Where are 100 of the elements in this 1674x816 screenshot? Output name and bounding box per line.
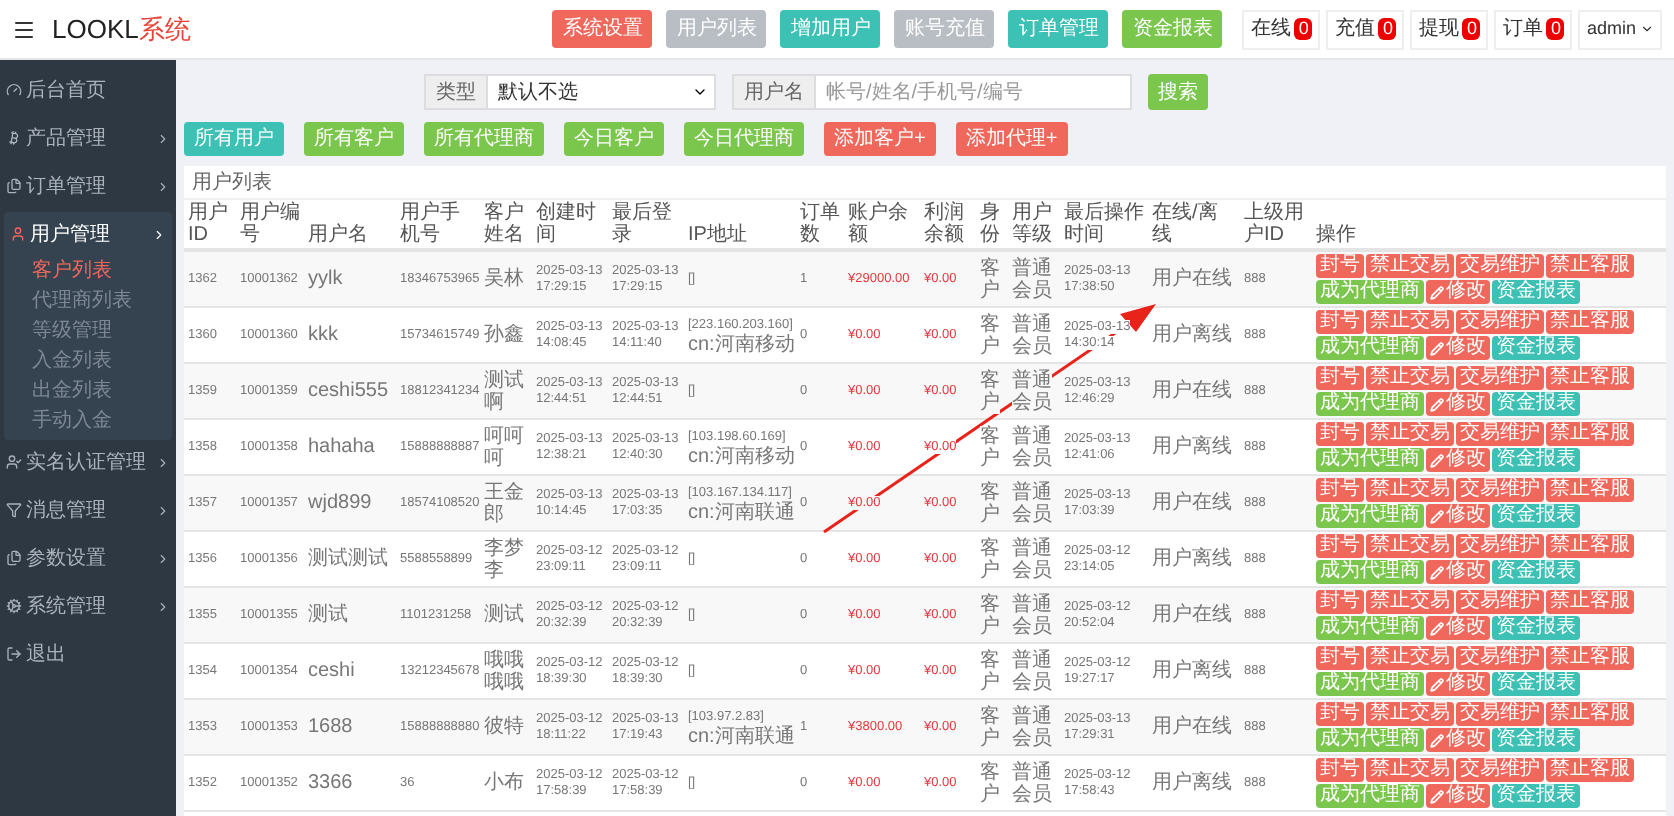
action-button[interactable]: 成为代理商 bbox=[1316, 280, 1424, 304]
sidebar-item[interactable]: 参数设置 bbox=[0, 536, 176, 580]
counter-tab[interactable]: 在线 0 bbox=[1242, 9, 1321, 49]
action-button[interactable]: 禁止交易 bbox=[1366, 478, 1454, 502]
action-button[interactable]: 交易维护 bbox=[1456, 646, 1544, 670]
action-button[interactable]: 交易维护 bbox=[1456, 702, 1544, 726]
action-button[interactable]: 资金报表 bbox=[1492, 560, 1580, 584]
action-button[interactable]: 交易维护 bbox=[1456, 758, 1544, 782]
action-button[interactable]: 成为代理商 bbox=[1316, 336, 1424, 360]
nav-button[interactable]: 用户列表 bbox=[666, 10, 767, 48]
action-button[interactable]: 修改 bbox=[1426, 784, 1490, 808]
action-button[interactable]: 修改 bbox=[1426, 616, 1490, 640]
action-button[interactable]: 禁止交易 bbox=[1366, 702, 1454, 726]
action-button[interactable]: 封号 bbox=[1316, 534, 1364, 558]
sidebar-item[interactable]: 系统管理 bbox=[0, 584, 176, 628]
filter-button[interactable]: 所有用户 bbox=[184, 122, 284, 156]
action-button[interactable]: 封号 bbox=[1316, 646, 1364, 670]
submenu-item[interactable]: 等级管理 bbox=[4, 316, 172, 346]
action-button[interactable]: 交易维护 bbox=[1456, 590, 1544, 614]
filter-button[interactable]: 所有代理商 bbox=[424, 122, 544, 156]
action-button[interactable]: 封号 bbox=[1316, 422, 1364, 446]
action-button[interactable]: 成为代理商 bbox=[1316, 616, 1424, 640]
action-button[interactable]: 禁止客服 bbox=[1546, 590, 1634, 614]
action-button[interactable]: 禁止客服 bbox=[1546, 758, 1634, 782]
submenu-item[interactable]: 入金列表 bbox=[4, 346, 172, 376]
filter-button[interactable]: 今日客户 bbox=[564, 122, 664, 156]
action-button[interactable]: 成为代理商 bbox=[1316, 392, 1424, 416]
action-button[interactable]: 封号 bbox=[1316, 590, 1364, 614]
action-button[interactable]: 资金报表 bbox=[1492, 616, 1580, 640]
filter-button[interactable]: 添加代理+ bbox=[955, 122, 1068, 156]
action-button[interactable]: 禁止交易 bbox=[1366, 422, 1454, 446]
search-button[interactable]: 搜索 bbox=[1148, 74, 1208, 110]
action-button[interactable]: 禁止客服 bbox=[1546, 366, 1634, 390]
action-button[interactable]: 成为代理商 bbox=[1316, 728, 1424, 752]
action-button[interactable]: 修改 bbox=[1426, 672, 1490, 696]
action-button[interactable]: 修改 bbox=[1426, 560, 1490, 584]
action-button[interactable]: 禁止客服 bbox=[1546, 702, 1634, 726]
action-button[interactable]: 修改 bbox=[1426, 280, 1490, 304]
action-button[interactable]: 修改 bbox=[1426, 504, 1490, 528]
nav-button[interactable]: 账号充值 bbox=[894, 10, 995, 48]
action-button[interactable]: 修改 bbox=[1426, 336, 1490, 360]
action-button[interactable]: 禁止交易 bbox=[1366, 366, 1454, 390]
submenu-item[interactable]: 客户列表 bbox=[4, 256, 172, 286]
user-menu[interactable]: admin bbox=[1578, 9, 1662, 49]
action-button[interactable]: 成为代理商 bbox=[1316, 672, 1424, 696]
action-button[interactable]: 禁止客服 bbox=[1546, 478, 1634, 502]
action-button[interactable]: 禁止交易 bbox=[1366, 254, 1454, 278]
submenu-item[interactable]: 出金列表 bbox=[4, 376, 172, 406]
filter-button[interactable]: 添加客户+ bbox=[824, 122, 936, 156]
type-select[interactable]: 类型 默认不选 bbox=[424, 74, 716, 110]
action-button[interactable]: 资金报表 bbox=[1492, 392, 1580, 416]
submenu-item[interactable]: 代理商列表 bbox=[4, 286, 172, 316]
action-button[interactable]: 交易维护 bbox=[1456, 254, 1544, 278]
counter-tab[interactable]: 订单 0 bbox=[1494, 9, 1573, 49]
action-button[interactable]: 禁止交易 bbox=[1366, 590, 1454, 614]
filter-button[interactable]: 所有客户 bbox=[304, 122, 404, 156]
action-button[interactable]: 封号 bbox=[1316, 758, 1364, 782]
action-button[interactable]: 封号 bbox=[1316, 478, 1364, 502]
action-button[interactable]: 资金报表 bbox=[1492, 672, 1580, 696]
action-button[interactable]: 禁止客服 bbox=[1546, 534, 1634, 558]
filter-button[interactable]: 今日代理商 bbox=[684, 122, 804, 156]
nav-button[interactable]: 系统设置 bbox=[552, 10, 653, 48]
action-button[interactable]: 成为代理商 bbox=[1316, 784, 1424, 808]
action-button[interactable]: 交易维护 bbox=[1456, 422, 1544, 446]
sidebar-item[interactable]: 产品管理 bbox=[0, 116, 176, 160]
action-button[interactable]: 封号 bbox=[1316, 310, 1364, 334]
action-button[interactable]: 资金报表 bbox=[1492, 728, 1580, 752]
action-button[interactable]: 修改 bbox=[1426, 392, 1490, 416]
action-button[interactable]: 资金报表 bbox=[1492, 280, 1580, 304]
action-button[interactable]: 成为代理商 bbox=[1316, 560, 1424, 584]
nav-button[interactable]: 订单管理 bbox=[1008, 10, 1109, 48]
sidebar-item[interactable]: 消息管理 bbox=[0, 488, 176, 532]
action-button[interactable]: 交易维护 bbox=[1456, 366, 1544, 390]
action-button[interactable]: 封号 bbox=[1316, 254, 1364, 278]
action-button[interactable]: 封号 bbox=[1316, 366, 1364, 390]
search-field[interactable]: 帐号/姓名/手机号/编号 bbox=[816, 74, 1132, 110]
action-button[interactable]: 禁止客服 bbox=[1546, 422, 1634, 446]
action-button[interactable]: 封号 bbox=[1316, 702, 1364, 726]
action-button[interactable]: 禁止交易 bbox=[1366, 758, 1454, 782]
action-button[interactable]: 禁止客服 bbox=[1546, 646, 1634, 670]
nav-button[interactable]: 增加用户 bbox=[780, 10, 881, 48]
action-button[interactable]: 修改 bbox=[1426, 728, 1490, 752]
sidebar-item[interactable]: 退出 bbox=[0, 632, 176, 676]
nav-button[interactable]: 资金报表 bbox=[1122, 10, 1223, 48]
submenu-item[interactable]: 手动入金 bbox=[4, 406, 172, 436]
action-button[interactable]: 资金报表 bbox=[1492, 336, 1580, 360]
action-button[interactable]: 禁止交易 bbox=[1366, 534, 1454, 558]
action-button[interactable]: 禁止交易 bbox=[1366, 310, 1454, 334]
sidebar-item[interactable]: 用户管理 bbox=[4, 212, 172, 256]
action-button[interactable]: 资金报表 bbox=[1492, 784, 1580, 808]
action-button[interactable]: 成为代理商 bbox=[1316, 448, 1424, 472]
action-button[interactable]: 资金报表 bbox=[1492, 448, 1580, 472]
action-button[interactable]: 成为代理商 bbox=[1316, 504, 1424, 528]
counter-tab[interactable]: 充值 0 bbox=[1326, 9, 1405, 49]
action-button[interactable]: 禁止客服 bbox=[1546, 310, 1634, 334]
action-button[interactable]: 资金报表 bbox=[1492, 504, 1580, 528]
action-button[interactable]: 交易维护 bbox=[1456, 478, 1544, 502]
action-button[interactable]: 交易维护 bbox=[1456, 534, 1544, 558]
sidebar-item[interactable]: 实名认证管理 bbox=[0, 440, 176, 484]
action-button[interactable]: 交易维护 bbox=[1456, 310, 1544, 334]
